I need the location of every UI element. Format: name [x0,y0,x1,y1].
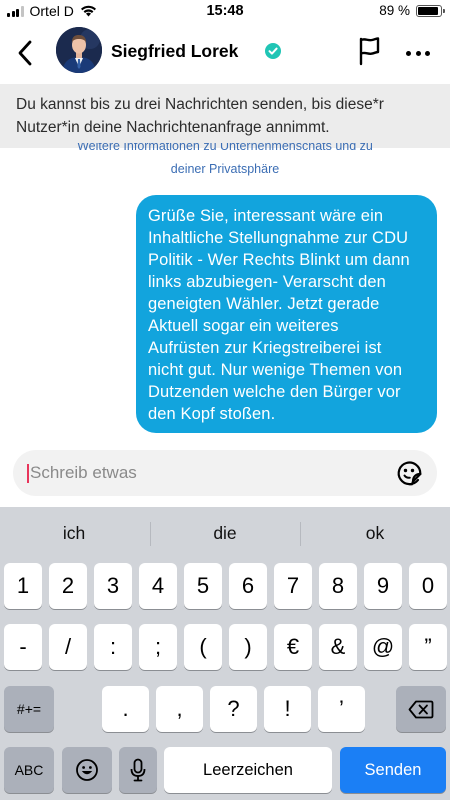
status-right: 89 % [379,3,445,18]
key-emoji[interactable] [62,747,112,793]
contact-name[interactable]: Siegfried Lorek [111,41,238,62]
avatar[interactable] [56,27,102,73]
key-quote[interactable]: ” [409,624,447,670]
privacy-info-link-line1[interactable]: Weitere Informationen zu Unternehmenscha… [0,143,450,155]
suggestion-bar: ich die ok [0,507,450,559]
key-more-symbols[interactable]: #+= [4,686,54,732]
text-cursor [27,464,29,483]
key-1[interactable]: 1 [4,563,42,609]
key-colon[interactable]: : [94,624,132,670]
profile-photo [56,27,102,73]
key-hyphen[interactable]: - [4,624,42,670]
backspace-icon [408,700,434,718]
battery-percent: 89 % [379,3,410,18]
message-composer[interactable] [13,450,437,496]
message-input[interactable] [30,458,380,488]
key-4[interactable]: 4 [139,563,177,609]
emoji-keyboard-icon [76,759,98,781]
message-limit-notice: Du kannst bis zu drei Nachrichten senden… [0,84,450,148]
back-button[interactable] [10,38,40,68]
more-dots-icon [406,50,411,56]
privacy-link-text: Weitere Informationen zu Unternehmenscha… [77,143,373,153]
battery-level [418,6,438,15]
suggestion-2[interactable]: die [151,507,299,559]
key-backspace[interactable] [396,686,446,732]
key-7[interactable]: 7 [274,563,312,609]
key-2[interactable]: 2 [49,563,87,609]
emoji-button[interactable] [396,460,423,487]
status-bar: Ortel D 15:48 89 % [0,0,450,24]
key-question[interactable]: ? [210,686,257,732]
suggestion-1[interactable]: ich [0,507,148,559]
sent-message-bubble[interactable]: Grüße Sie, interessant wäre ein Inhaltli… [136,195,437,433]
verified-badge-icon [265,43,281,59]
key-comma[interactable]: , [156,686,203,732]
flag-icon [359,37,380,66]
key-exclamation[interactable]: ! [264,686,311,732]
key-apostrophe[interactable]: ’ [318,686,365,732]
dot [415,50,421,56]
report-button[interactable] [356,36,386,66]
key-abc[interactable]: ABC [4,747,54,793]
more-options-button[interactable] [402,38,434,68]
key-space[interactable]: Leerzeichen [164,747,332,793]
key-semicolon[interactable]: ; [139,624,177,670]
key-8[interactable]: 8 [319,563,357,609]
key-3[interactable]: 3 [94,563,132,609]
microphone-icon [130,758,146,782]
key-close-paren[interactable]: ) [229,624,267,670]
back-arrow-icon [18,40,32,66]
suggestion-3[interactable]: ok [301,507,449,559]
emoji-smiley-icon [397,461,422,486]
key-open-paren[interactable]: ( [184,624,222,670]
key-5[interactable]: 5 [184,563,222,609]
dot [425,50,430,56]
key-9[interactable]: 9 [364,563,402,609]
key-6[interactable]: 6 [229,563,267,609]
key-ampersand[interactable]: & [319,624,357,670]
chat-header: Siegfried Lorek [0,24,450,84]
key-dictation[interactable] [119,747,157,793]
key-send[interactable]: Senden [340,747,446,793]
keyboard: ich die ok 1 2 3 4 5 6 7 8 9 0 - / : ; (… [0,507,450,800]
key-euro[interactable]: € [274,624,312,670]
battery-icon [416,4,445,17]
privacy-info-link-line2[interactable]: deiner Privatsphäre [0,160,450,178]
key-at[interactable]: @ [364,624,402,670]
key-period[interactable]: . [102,686,149,732]
key-slash[interactable]: / [49,624,87,670]
key-0[interactable]: 0 [409,563,447,609]
